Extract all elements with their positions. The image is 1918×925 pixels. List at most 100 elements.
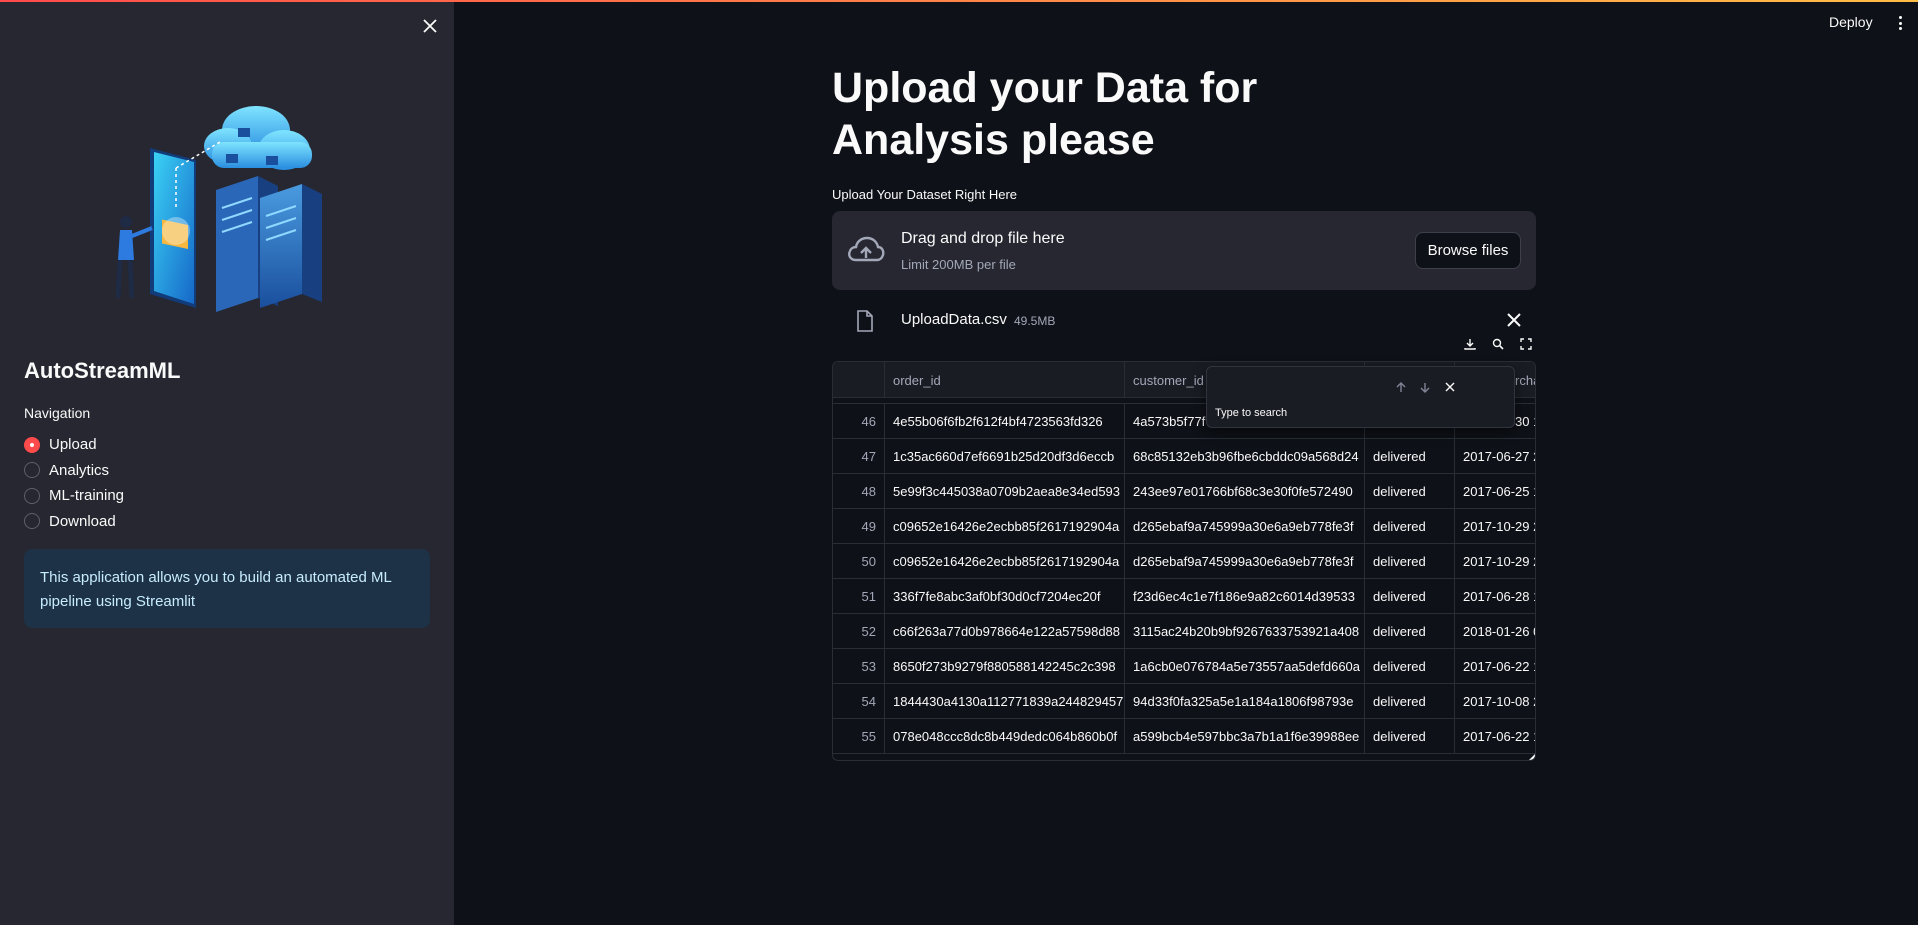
navigation-radio-group: Upload Analytics ML-training Download xyxy=(24,432,124,534)
row-index[interactable]: 49 xyxy=(833,509,885,543)
table-row[interactable]: 52 c66f263a77d0b978664e122a57598d88 3115ac… xyxy=(833,614,1535,649)
file-uploader-label: Upload Your Dataset Right Here xyxy=(832,187,1018,202)
purchase-timestamp-cell[interactable]: 2017-06-22 1 xyxy=(1455,649,1535,683)
purchase-timestamp-cell[interactable]: 2017-06-27 2 xyxy=(1455,439,1535,473)
search-icon xyxy=(1492,338,1504,350)
row-index[interactable]: 53 xyxy=(833,649,885,683)
order-status-cell[interactable]: delivered xyxy=(1365,684,1455,718)
order-id-cell[interactable]: 5e99f3c445038a0709b2aea8e34ed593 xyxy=(885,474,1125,508)
purchase-timestamp-cell[interactable]: 2017-10-29 2 xyxy=(1455,509,1535,543)
customer-id-cell[interactable]: d265ebaf9a745999a30e6a9eb778fe3f xyxy=(1125,544,1365,578)
nav-radio-download[interactable]: Download xyxy=(24,509,124,535)
order-status-cell[interactable]: delivered xyxy=(1365,509,1455,543)
kebab-dot-icon xyxy=(1898,27,1902,30)
row-index[interactable]: 51 xyxy=(833,579,885,613)
customer-id-cell[interactable]: 94d33f0fa325a5e1a184a1806f98793e xyxy=(1125,684,1365,718)
radio-unselected-icon xyxy=(24,487,40,504)
order-id-cell[interactable]: 1c35ac660d7ef6691b25d20df3d6eccb xyxy=(885,439,1125,473)
order-id-cell[interactable]: c09652e16426e2ecbb85f2617192904a xyxy=(885,509,1125,543)
radio-selected-icon xyxy=(24,436,40,453)
fullscreen-icon xyxy=(1520,338,1532,350)
page-title: Upload your Data for Analysis please xyxy=(832,64,1258,164)
browse-files-button[interactable]: Browse files xyxy=(1415,232,1521,269)
nav-radio-label: Upload xyxy=(49,436,97,454)
purchase-timestamp-cell[interactable]: 2017-10-08 2 xyxy=(1455,684,1535,718)
row-index[interactable]: 46 xyxy=(833,404,885,438)
order-status-cell[interactable]: delivered xyxy=(1365,649,1455,683)
radio-unselected-icon xyxy=(24,462,40,479)
customer-id-cell[interactable]: 243ee97e01766bf68c3e30f0fe572490 xyxy=(1125,474,1365,508)
row-index[interactable]: 55 xyxy=(833,719,885,753)
close-sidebar-button[interactable] xyxy=(418,14,442,38)
column-header[interactable]: order_id xyxy=(885,362,1125,398)
search-previous-button[interactable] xyxy=(1393,379,1409,395)
cloud-upload-icon xyxy=(848,236,885,262)
fullscreen-button[interactable] xyxy=(1516,334,1536,354)
arrow-down-icon xyxy=(1420,382,1430,393)
table-search-input[interactable] xyxy=(1215,405,1395,421)
purchase-timestamp-cell[interactable]: 2017-06-22 1 xyxy=(1455,719,1535,753)
customer-id-cell[interactable]: f23d6ec4c1e7f186e9a82c6014d39533 xyxy=(1125,579,1365,613)
deploy-button[interactable]: Deploy xyxy=(1829,14,1873,30)
close-icon xyxy=(1507,313,1521,327)
resize-handle-icon[interactable] xyxy=(1529,754,1535,760)
table-row[interactable]: 48 5e99f3c445038a0709b2aea8e34ed593 243ee9… xyxy=(833,474,1535,509)
main-menu-button[interactable] xyxy=(1892,14,1908,32)
remove-file-button[interactable] xyxy=(1504,310,1524,330)
customer-id-cell[interactable]: a599bcb4e597bbc3a7b1a1f6e39988ee xyxy=(1125,719,1365,753)
order-id-cell[interactable]: 8650f273b9279f880588142245c2c398 xyxy=(885,649,1125,683)
nav-radio-label: Analytics xyxy=(49,461,110,479)
order-id-cell[interactable]: 1844430a4130a112771839a244829457 xyxy=(885,684,1125,718)
nav-radio-ml-training[interactable]: ML-training xyxy=(24,483,124,509)
row-index[interactable]: 54 xyxy=(833,684,885,718)
dropzone-limit: Limit 200MB per file xyxy=(901,257,1016,272)
file-size: 49.5MB xyxy=(1014,314,1056,328)
file-icon xyxy=(857,310,873,332)
order-id-cell[interactable]: 336f7fe8abc3af0bf30d0cf7204ec20f xyxy=(885,579,1125,613)
customer-id-cell[interactable]: 3115ac24b20b9bf9267633753921a408 xyxy=(1125,614,1365,648)
nav-radio-upload[interactable]: Upload xyxy=(24,432,124,458)
download-icon xyxy=(1464,339,1476,350)
search-table-button[interactable] xyxy=(1488,334,1508,354)
order-status-cell[interactable]: delivered xyxy=(1365,544,1455,578)
search-next-button[interactable] xyxy=(1417,379,1433,395)
customer-id-cell[interactable]: 1a6cb0e076784a5e73557aa5defd660a xyxy=(1125,649,1365,683)
file-dropzone[interactable]: Drag and drop file here Limit 200MB per … xyxy=(832,211,1536,290)
order-id-cell[interactable]: c66f263a77d0b978664e122a57598d88 xyxy=(885,614,1125,648)
order-status-cell[interactable]: delivered xyxy=(1365,614,1455,648)
app-name: AutoStreamML xyxy=(24,358,181,383)
order-status-cell[interactable]: delivered xyxy=(1365,439,1455,473)
customer-id-cell[interactable]: d265ebaf9a745999a30e6a9eb778fe3f xyxy=(1125,509,1365,543)
table-row[interactable]: 54 1844430a4130a112771839a244829457 94d33f… xyxy=(833,684,1535,719)
order-status-cell[interactable]: delivered xyxy=(1365,579,1455,613)
table-row[interactable]: 51 336f7fe8abc3af0bf30d0cf7204ec20f f23d6e… xyxy=(833,579,1535,614)
row-index[interactable]: 47 xyxy=(833,439,885,473)
close-search-button[interactable] xyxy=(1442,379,1458,395)
row-index[interactable]: 52 xyxy=(833,614,885,648)
table-row[interactable]: 50 c09652e16426e2ecbb85f2617192904a d265eb… xyxy=(833,544,1535,579)
order-status-cell[interactable]: delivered xyxy=(1365,474,1455,508)
column-header-index[interactable] xyxy=(833,362,885,398)
dataframe-toolbar xyxy=(1460,334,1536,354)
order-id-cell[interactable]: c09652e16426e2ecbb85f2617192904a xyxy=(885,544,1125,578)
order-id-cell[interactable]: 4e55b06f6fb2f612f4bf4723563fd326 xyxy=(885,404,1125,438)
row-index[interactable]: 50 xyxy=(833,544,885,578)
purchase-timestamp-cell[interactable]: 2018-01-26 0 xyxy=(1455,614,1535,648)
purchase-timestamp-cell[interactable]: 2017-10-29 2 xyxy=(1455,544,1535,578)
order-status-cell[interactable]: delivered xyxy=(1365,719,1455,753)
order-id-cell[interactable]: 078e048ccc8dc8b449dedc064b860b0f xyxy=(885,719,1125,753)
purchase-timestamp-cell[interactable]: 2017-06-28 1 xyxy=(1455,579,1535,613)
table-row[interactable]: 55 078e048ccc8dc8b449dedc064b860b0f a599bc… xyxy=(833,719,1535,754)
table-body: 46 4e55b06f6fb2f612f4bf4723563fd326 4a573b… xyxy=(833,398,1535,754)
table-row[interactable]: 49 c09652e16426e2ecbb85f2617192904a d265eb… xyxy=(833,509,1535,544)
nav-radio-analytics[interactable]: Analytics xyxy=(24,458,124,484)
nav-radio-label: ML-training xyxy=(49,487,125,505)
table-row[interactable]: 47 1c35ac660d7ef6691b25d20df3d6eccb 68c851… xyxy=(833,439,1535,474)
purchase-timestamp-cell[interactable]: 2017-06-25 1 xyxy=(1455,474,1535,508)
customer-id-cell[interactable]: 68c85132eb3b96fbe6cbddc09a568d24 xyxy=(1125,439,1365,473)
download-csv-button[interactable] xyxy=(1460,334,1480,354)
sidebar: AutoStreamML Navigation Upload Analytics… xyxy=(0,0,454,925)
info-alert: This application allows you to build an … xyxy=(24,549,430,628)
row-index[interactable]: 48 xyxy=(833,474,885,508)
table-row[interactable]: 53 8650f273b9279f880588142245c2c398 1a6cb0… xyxy=(833,649,1535,684)
